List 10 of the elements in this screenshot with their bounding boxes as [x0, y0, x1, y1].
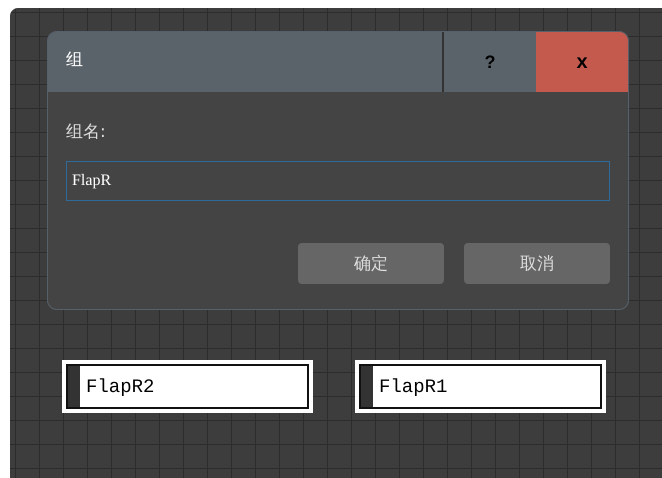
node-label: FlapR2 — [85, 376, 154, 398]
node[interactable]: FlapR1 — [355, 360, 606, 413]
dialog-title: 组 — [65, 49, 84, 72]
ok-button[interactable]: 确定 — [298, 243, 444, 284]
group-name-field[interactable]: FlapR — [66, 161, 610, 201]
node[interactable]: FlapR2 — [62, 360, 313, 413]
field-label: 组名: — [66, 121, 107, 143]
close-button[interactable]: x — [536, 32, 628, 92]
node-label: FlapR1 — [378, 376, 448, 398]
cancel-button[interactable]: 取消 — [464, 243, 610, 284]
